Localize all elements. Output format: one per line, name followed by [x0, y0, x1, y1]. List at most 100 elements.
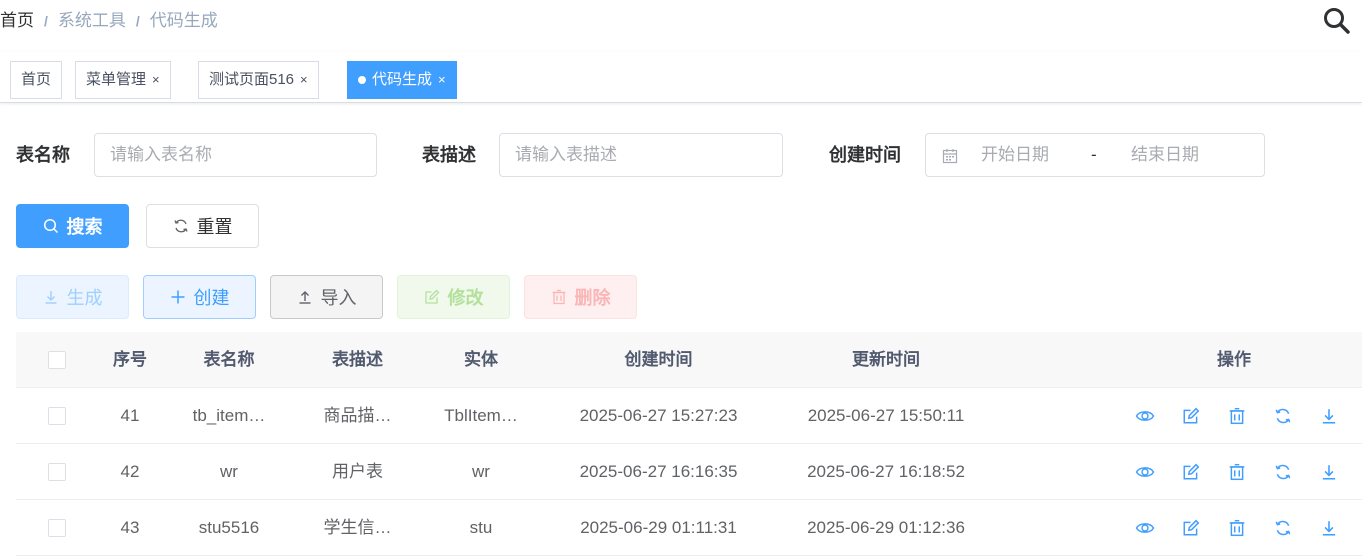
- column-header-create-time: 创建时间: [624, 350, 693, 369]
- row-checkbox[interactable]: [48, 519, 66, 537]
- cell-create-time: 2025-06-29 01:11:31: [580, 518, 737, 537]
- cell-index: 41: [120, 406, 140, 425]
- navbar: 首页 / 系统工具 / 代码生成: [0, 0, 1362, 52]
- cell-update-time: 2025-06-29 01:12:36: [807, 518, 965, 537]
- cell-create-time: 2025-06-27 15:27:23: [579, 406, 738, 425]
- cell-update-time: 2025-06-27 15:50:11: [807, 406, 965, 425]
- table-row: 42 wr 用户表 wr 2025-06-27 16:16:35 2025-06…: [16, 444, 1362, 500]
- table-row: 41 tb_item… 商品描… TblItem… 2025-06-27 15:…: [16, 388, 1362, 444]
- delete-icon[interactable]: [1226, 405, 1248, 427]
- search-icon[interactable]: [1322, 6, 1352, 36]
- tag-home[interactable]: 首页: [10, 61, 63, 99]
- cell-table-name: stu5516: [198, 518, 260, 537]
- breadcrumb-system-tools[interactable]: 系统工具: [58, 8, 126, 34]
- breadcrumb: 首页 / 系统工具 / 代码生成: [0, 8, 218, 34]
- generate-button-label: 生成: [66, 288, 103, 308]
- tag-label: 菜单管理: [86, 71, 147, 88]
- tag-menu-management[interactable]: 菜单管理 ×: [75, 61, 171, 99]
- table-name-input[interactable]: [110, 145, 350, 165]
- column-header-table-desc: 表描述: [332, 350, 383, 369]
- row-actions: [1134, 444, 1362, 500]
- sync-icon[interactable]: [1272, 461, 1294, 483]
- generate-button[interactable]: 生成: [16, 275, 129, 319]
- close-icon[interactable]: ×: [438, 62, 446, 98]
- breadcrumb-home[interactable]: 首页: [0, 8, 34, 34]
- refresh-icon: [173, 219, 188, 233]
- cell-table-name: tb_item…: [192, 406, 266, 425]
- table-row: 43 stu5516 学生信… stu 2025-06-29 01:11:31 …: [16, 500, 1362, 556]
- edit-icon[interactable]: [1180, 405, 1202, 427]
- delete-button-label: 删除: [574, 288, 611, 308]
- create-button-label: 创建: [193, 288, 230, 308]
- edit-button[interactable]: 修改: [397, 275, 510, 319]
- active-dot-icon: [358, 76, 366, 84]
- preview-icon[interactable]: [1134, 461, 1156, 483]
- cell-table-name: wr: [220, 462, 238, 481]
- cell-entity: stu: [469, 518, 493, 537]
- table-header: 序号 表名称 表描述 实体 创建时间 更新时间 操作: [16, 332, 1362, 388]
- search-icon: [43, 218, 58, 234]
- column-header-actions: 操作: [1217, 350, 1251, 369]
- upload-icon: [299, 291, 310, 304]
- edit-icon[interactable]: [1180, 461, 1202, 483]
- import-button-label: 导入: [320, 288, 357, 308]
- create-time-range[interactable]: 开始日期 - 结束日期: [925, 133, 1265, 177]
- import-button[interactable]: 导入: [270, 275, 383, 319]
- row-checkbox[interactable]: [48, 407, 66, 425]
- sync-icon[interactable]: [1272, 517, 1294, 539]
- edit-icon[interactable]: [1180, 517, 1202, 539]
- tag-label: 测试页面516: [209, 71, 295, 88]
- tag-label: 首页: [21, 71, 52, 88]
- column-header-index: 序号: [113, 350, 147, 369]
- breadcrumb-separator: /: [135, 13, 140, 29]
- row-actions: [1134, 500, 1362, 556]
- plus-icon: [171, 290, 184, 304]
- column-header-entity: 实体: [464, 350, 498, 369]
- reset-button-label: 重置: [196, 217, 233, 237]
- delete-icon: [552, 289, 565, 305]
- download-icon[interactable]: [1318, 517, 1340, 539]
- delete-icon[interactable]: [1226, 461, 1248, 483]
- cell-entity: wr: [472, 462, 490, 481]
- table-name-label: 表名称: [16, 145, 70, 165]
- reset-button[interactable]: 重置: [146, 204, 259, 248]
- row-actions: [1134, 388, 1362, 444]
- cell-create-time: 2025-06-27 16:16:35: [579, 462, 738, 481]
- cell-index: 42: [120, 462, 140, 481]
- cell-index: 43: [120, 518, 140, 537]
- range-separator: -: [1091, 145, 1097, 164]
- table-desc-input[interactable]: [515, 145, 755, 165]
- delete-button[interactable]: 删除: [524, 275, 637, 319]
- cell-table-desc: 学生信…: [323, 518, 392, 537]
- close-icon[interactable]: ×: [300, 62, 308, 98]
- download-icon[interactable]: [1318, 405, 1340, 427]
- preview-icon[interactable]: [1134, 517, 1156, 539]
- column-header-update-time: 更新时间: [852, 350, 920, 369]
- search-button[interactable]: 搜索: [16, 204, 129, 248]
- end-date-input[interactable]: 结束日期: [1131, 134, 1199, 176]
- tags-view: 首页 菜单管理 × 测试页面516 × 代码生成 ×: [0, 52, 1362, 103]
- breadcrumb-separator: /: [44, 13, 48, 29]
- delete-icon[interactable]: [1226, 517, 1248, 539]
- cell-table-desc: 用户表: [332, 462, 383, 481]
- create-button[interactable]: 创建: [143, 275, 256, 319]
- code-gen-table: 序号 表名称 表描述 实体 创建时间 更新时间 操作 41 tb_item… 商…: [16, 332, 1362, 556]
- row-checkbox[interactable]: [48, 463, 66, 481]
- create-time-label: 创建时间: [829, 145, 901, 165]
- close-icon[interactable]: ×: [152, 62, 160, 98]
- tag-test-page[interactable]: 测试页面516 ×: [198, 61, 319, 99]
- cell-table-desc: 商品描…: [323, 406, 392, 425]
- preview-icon[interactable]: [1134, 405, 1156, 427]
- cell-update-time: 2025-06-27 16:18:52: [807, 462, 965, 481]
- download-icon: [45, 291, 56, 304]
- download-icon[interactable]: [1318, 461, 1340, 483]
- select-all-checkbox[interactable]: [48, 351, 66, 369]
- calendar-icon: [942, 148, 958, 164]
- column-header-table-name: 表名称: [203, 350, 255, 369]
- table-name-field[interactable]: [94, 133, 377, 177]
- sync-icon[interactable]: [1272, 405, 1294, 427]
- tag-code-gen[interactable]: 代码生成 ×: [347, 61, 457, 99]
- start-date-input[interactable]: 开始日期: [981, 134, 1049, 176]
- table-desc-field[interactable]: [499, 133, 783, 177]
- breadcrumb-code-gen: 代码生成: [149, 11, 218, 30]
